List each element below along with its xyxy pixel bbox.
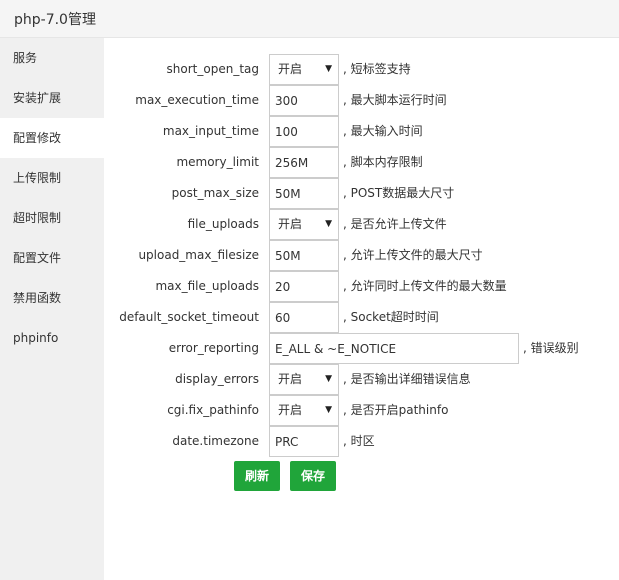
sidebar-item-disabled-functions[interactable]: 禁用函数 [0,278,104,318]
file-uploads-value: 开启 [278,217,303,231]
max-execution-time-label: max_execution_time [135,93,259,107]
default-socket-timeout-label: default_socket_timeout [119,310,259,324]
dropdown-arrow-icon: ▼ [325,405,332,415]
row-default-socket-timeout: default_socket_timeout , Socket超时时间 [104,302,619,333]
max-input-time-hint: , 最大输入时间 [343,124,423,138]
sidebar-item-config-file[interactable]: 配置文件 [0,238,104,278]
sidebar-item-phpinfo[interactable]: phpinfo [0,318,104,358]
window-titlebar: php-7.0管理 [0,0,619,38]
row-display-errors: display_errors 开启 ▼ , 是否输出详细错误信息 [104,364,619,395]
sidebar-item-config-edit[interactable]: 配置修改 [0,118,104,158]
max-file-uploads-label: max_file_uploads [155,279,259,293]
upload-max-filesize-label: upload_max_filesize [138,248,259,262]
file-uploads-label: file_uploads [187,217,259,231]
date-timezone-label: date.timezone [172,434,259,448]
cgi-fix-pathinfo-select[interactable]: 开启 ▼ [269,395,339,426]
row-date-timezone: date.timezone , 时区 [104,426,619,457]
dropdown-arrow-icon: ▼ [325,219,332,229]
short-open-tag-select[interactable]: 开启 ▼ [269,54,339,85]
sidebar-item-service[interactable]: 服务 [0,38,104,78]
display-errors-label: display_errors [175,372,259,386]
row-post-max-size: post_max_size , POST数据最大尺寸 [104,178,619,209]
post-max-size-input[interactable] [269,178,339,209]
max-input-time-input[interactable] [269,116,339,147]
memory-limit-input[interactable] [269,147,339,178]
memory-limit-hint: , 脚本内存限制 [343,155,423,169]
max-file-uploads-hint: , 允许同时上传文件的最大数量 [343,279,507,293]
post-max-size-hint: , POST数据最大尺寸 [343,186,455,200]
config-form: short_open_tag 开启 ▼ , 短标签支持 max_executio… [104,38,619,580]
display-errors-hint: , 是否输出详细错误信息 [343,372,471,386]
display-errors-select[interactable]: 开启 ▼ [269,364,339,395]
row-file-uploads: file_uploads 开启 ▼ , 是否允许上传文件 [104,209,619,240]
cgi-fix-pathinfo-hint: , 是否开启pathinfo [343,403,449,417]
error-reporting-label: error_reporting [168,341,259,355]
display-errors-value: 开启 [278,372,303,386]
row-max-file-uploads: max_file_uploads , 允许同时上传文件的最大数量 [104,271,619,302]
refresh-button[interactable]: 刷新 [234,461,280,491]
sidebar: 服务 安装扩展 配置修改 上传限制 超时限制 配置文件 禁用函数 phpinfo [0,38,104,580]
max-input-time-label: max_input_time [162,124,259,138]
max-execution-time-input[interactable] [269,85,339,116]
row-error-reporting: error_reporting , 错误级别 [104,333,619,364]
window-title: php-7.0管理 [14,12,96,28]
short-open-tag-label: short_open_tag [166,62,259,76]
row-memory-limit: memory_limit , 脚本内存限制 [104,147,619,178]
date-timezone-input[interactable] [269,426,339,457]
default-socket-timeout-hint: , Socket超时时间 [343,310,439,324]
short-open-tag-value: 开启 [278,62,303,76]
memory-limit-label: memory_limit [176,155,259,169]
default-socket-timeout-input[interactable] [269,302,339,333]
sidebar-item-install-extension[interactable]: 安装扩展 [0,78,104,118]
max-file-uploads-input[interactable] [269,271,339,302]
row-cgi-fix-pathinfo: cgi.fix_pathinfo 开启 ▼ , 是否开启pathinfo [104,395,619,426]
upload-max-filesize-input[interactable] [269,240,339,271]
error-reporting-hint: , 错误级别 [523,341,579,355]
max-execution-time-hint: , 最大脚本运行时间 [343,93,447,107]
error-reporting-input[interactable] [269,333,519,364]
row-short-open-tag: short_open_tag 开启 ▼ , 短标签支持 [104,54,619,85]
dropdown-arrow-icon: ▼ [325,374,332,384]
row-max-input-time: max_input_time , 最大输入时间 [104,116,619,147]
dropdown-arrow-icon: ▼ [325,64,332,74]
post-max-size-label: post_max_size [171,186,259,200]
file-uploads-select[interactable]: 开启 ▼ [269,209,339,240]
cgi-fix-pathinfo-value: 开启 [278,403,303,417]
cgi-fix-pathinfo-label: cgi.fix_pathinfo [167,403,259,417]
short-open-tag-hint: , 短标签支持 [343,62,411,76]
row-max-execution-time: max_execution_time , 最大脚本运行时间 [104,85,619,116]
sidebar-item-timeout-limit[interactable]: 超时限制 [0,198,104,238]
row-upload-max-filesize: upload_max_filesize , 允许上传文件的最大尺寸 [104,240,619,271]
file-uploads-hint: , 是否允许上传文件 [343,217,447,231]
date-timezone-hint: , 时区 [343,434,375,448]
upload-max-filesize-hint: , 允许上传文件的最大尺寸 [343,248,483,262]
sidebar-item-upload-limit[interactable]: 上传限制 [0,158,104,198]
save-button[interactable]: 保存 [290,461,336,491]
